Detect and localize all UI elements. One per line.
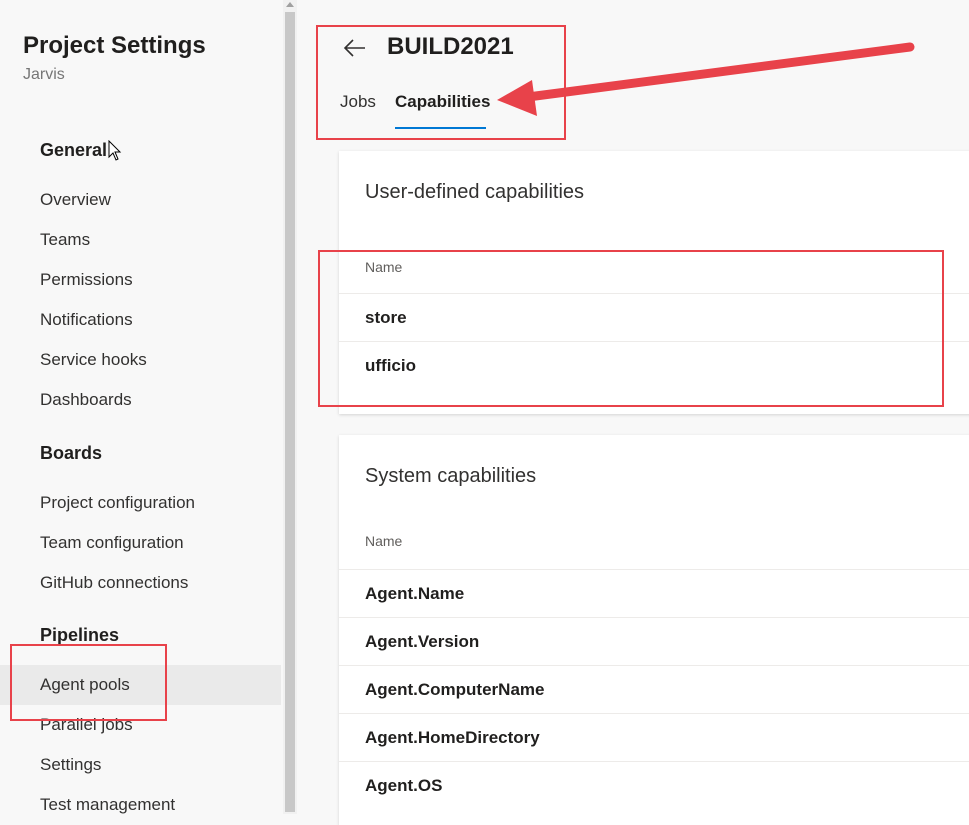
annotation-arrow-icon <box>497 42 915 116</box>
